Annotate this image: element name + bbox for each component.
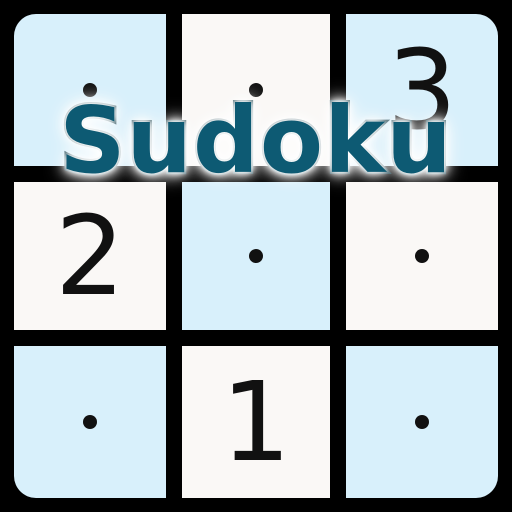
- empty-cell-dot: [415, 415, 429, 429]
- grid-cell-r3c2[interactable]: 1: [182, 346, 330, 498]
- grid-cell-r2c1[interactable]: 2: [14, 182, 166, 330]
- empty-cell-dot: [83, 415, 97, 429]
- cell-digit: 1: [221, 358, 291, 486]
- grid-cell-r3c3[interactable]: [346, 346, 498, 498]
- grid-cell-r2c2[interactable]: [182, 182, 330, 330]
- grid-cell-r2c3[interactable]: [346, 182, 498, 330]
- grid-cell-r3c1[interactable]: [14, 346, 166, 498]
- cell-digit: 2: [55, 192, 125, 320]
- game-title: Sudoku: [57, 87, 454, 194]
- empty-cell-dot: [249, 249, 263, 263]
- app-icon: 3 2 1 Sudoku: [0, 0, 512, 512]
- grid-notch: [333, 408, 345, 438]
- empty-cell-dot: [415, 249, 429, 263]
